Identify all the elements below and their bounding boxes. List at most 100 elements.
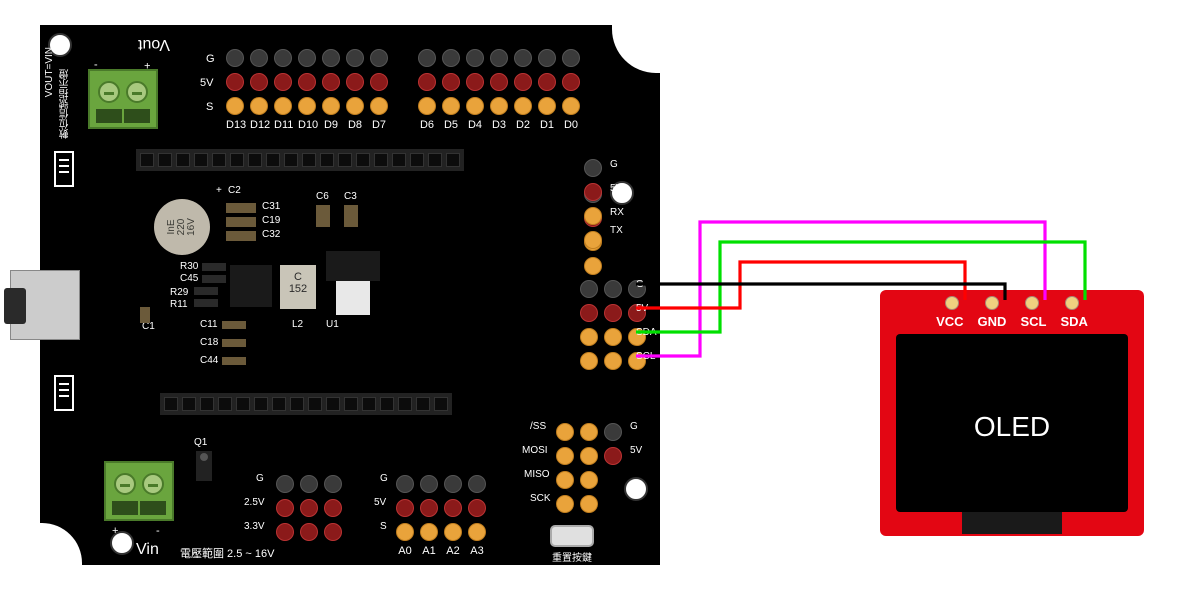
smd-r11 <box>194 299 218 307</box>
analog-labels: A0A1A2A3 <box>396 545 486 557</box>
c11-label: C11 <box>200 319 218 330</box>
q1-label: Q1 <box>194 437 207 448</box>
c44-label: C44 <box>200 355 218 366</box>
ser-tx: TX <box>610 225 623 236</box>
arduino-shield: Vout VOUT=VIN - + G 5V S D13D12D11D10D9D… <box>40 25 660 565</box>
ser-5v: 5V <box>610 183 622 194</box>
spi-ss: /SS <box>530 421 546 432</box>
oled-module: VCC GND SCL SDA OLED <box>880 290 1144 536</box>
capacitor-main: InE 220 16V <box>154 199 210 255</box>
i2c-g: G <box>636 279 644 290</box>
i2c-5v: 5V <box>636 303 648 314</box>
smd-r30 <box>202 263 226 271</box>
v-g: G <box>256 473 264 484</box>
oled-pin-pads[interactable] <box>945 296 1079 310</box>
rail-5v: 5V <box>200 77 213 89</box>
d-row-g-a[interactable] <box>226 49 388 67</box>
vin-terminal[interactable] <box>104 461 174 521</box>
spi-sck: SCK <box>530 493 551 504</box>
spi-block[interactable] <box>556 423 622 519</box>
oled-title: OLED <box>974 411 1050 443</box>
r11-label: R11 <box>170 299 188 310</box>
header-bottom[interactable] <box>160 393 452 415</box>
vout-terminal[interactable] <box>88 69 158 129</box>
an-g: G <box>380 473 388 484</box>
usb-plug-icon <box>4 288 26 324</box>
rail-s: S <box>206 101 213 113</box>
smd-c18 <box>222 339 246 347</box>
serial-pins[interactable] <box>584 159 602 249</box>
v-33: 3.3V <box>244 521 265 532</box>
term-plus: + <box>144 59 150 71</box>
ser-rx: RX <box>610 207 624 218</box>
c31-label: C31 <box>262 201 280 212</box>
smd-c11 <box>222 321 246 329</box>
smd-c32 <box>226 231 256 241</box>
spi-miso: MISO <box>524 469 550 480</box>
ic-chip <box>230 265 272 307</box>
spi-g: G <box>630 421 638 432</box>
an-s: S <box>380 521 387 532</box>
meter-icon <box>54 375 74 411</box>
oled-pad-sda <box>1065 296 1079 310</box>
d-labels-b: D6D5D4D3D2D1D0 <box>418 119 580 131</box>
vin-range: 電壓範圍 2.5 ~ 16V <box>180 545 274 561</box>
mounting-hole <box>624 477 648 501</box>
c2-label: C2 <box>228 185 241 196</box>
oled-pad-vcc <box>945 296 959 310</box>
c18-label: C18 <box>200 337 218 348</box>
an-5v: 5V <box>374 497 386 508</box>
regulator-chip: C 152 <box>280 265 316 309</box>
c6-label: C6 <box>316 191 329 202</box>
smd-c19 <box>226 217 256 227</box>
header-top[interactable] <box>136 149 464 171</box>
board-notch <box>612 23 662 73</box>
mask <box>560 185 580 285</box>
l2-label: L2 <box>292 319 303 330</box>
meter-icon <box>54 151 74 187</box>
term-minus: - <box>94 59 98 71</box>
reset-label: 重置按鍵 <box>552 549 592 564</box>
d-row-5v-b[interactable] <box>418 73 580 91</box>
c32-label: C32 <box>262 229 280 240</box>
oled-pad-gnd <box>985 296 999 310</box>
vout-note: VOUT=VIN <box>44 47 55 97</box>
smd-c3 <box>344 205 358 227</box>
smd-c1 <box>140 307 150 323</box>
voltage-block[interactable] <box>276 475 342 547</box>
vout-label: Vout <box>138 35 170 53</box>
d-row-s-a[interactable] <box>226 97 388 115</box>
vin-label: Vin <box>136 541 159 559</box>
d-labels-a: D13D12D11D10D9D8D7 <box>226 119 388 131</box>
smd-c6 <box>316 205 330 227</box>
c19-label: C19 <box>262 215 280 226</box>
smd-c45 <box>202 275 226 283</box>
u1-label: U1 <box>326 319 339 330</box>
ser-g: G <box>610 159 618 170</box>
smd-r29 <box>194 287 218 295</box>
rail-g: G <box>206 53 215 65</box>
oled-pad-scl <box>1025 296 1039 310</box>
i2c-scl: SCL <box>636 351 655 362</box>
c45-label: C45 <box>180 273 198 284</box>
led-note: 數位信號指示燈 <box>58 69 73 139</box>
smd-c31 <box>226 203 256 213</box>
analog-block[interactable] <box>396 475 486 547</box>
u1-chip <box>326 251 380 281</box>
spi-mosi: MOSI <box>522 445 548 456</box>
d-row-s-b[interactable] <box>418 97 580 115</box>
r30-label: R30 <box>180 261 198 272</box>
reset-button[interactable] <box>550 525 594 547</box>
v-25: 2.5V <box>244 497 265 508</box>
u1-tab <box>336 281 370 315</box>
r29-label: R29 <box>170 287 188 298</box>
oled-screen: OLED <box>896 334 1128 512</box>
spi-5v: 5V <box>630 445 642 456</box>
vin-plus: + <box>112 525 118 537</box>
q1-knob <box>200 453 208 461</box>
c2-plus: + <box>216 185 222 196</box>
c3-label: C3 <box>344 191 357 202</box>
d-row-5v-a[interactable] <box>226 73 388 91</box>
smd-c44 <box>222 357 246 365</box>
d-row-g-b[interactable] <box>418 49 580 67</box>
